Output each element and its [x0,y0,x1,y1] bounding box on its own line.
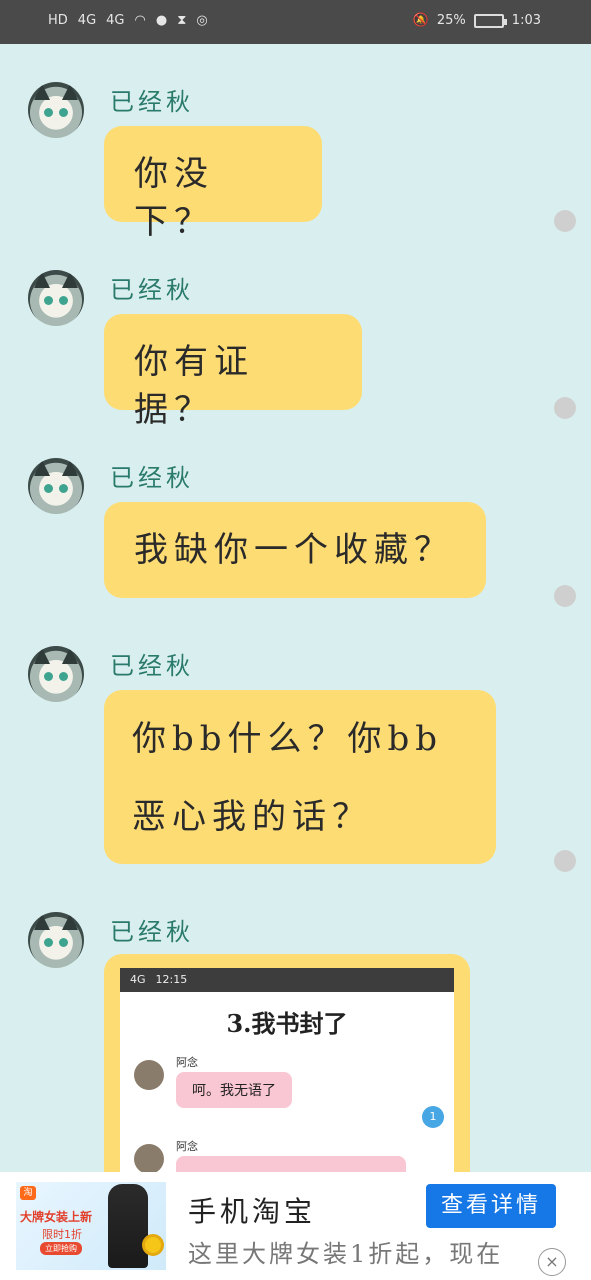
read-status-dot [554,397,576,419]
avatar[interactable] [28,270,84,326]
embedded-screenshot[interactable]: 4G 12:15 3.我书封了 阿念 呵。我无语了 阿念 1 [120,968,454,1172]
embedded-avatar [134,1144,164,1172]
sender-name: 已经秋 [110,464,194,492]
embedded-status-bar: 4G 12:15 [120,968,454,992]
message-bubble[interactable]: 你bb什么？你bb恶心我的话？ [104,690,496,864]
hd-indicator: HD [48,13,68,28]
avatar[interactable] [28,458,84,514]
network-signal-2: 4G [106,13,125,28]
mute-bell-icon: 🔕 [412,13,429,28]
embedded-sender-name: 阿念 [176,1140,198,1153]
wifi-icon: ◠ [134,13,146,28]
ad-image-subtitle: 限时1折 [42,1228,82,1241]
embedded-network: 4G [130,973,146,986]
avatar[interactable] [28,912,84,968]
sunflower-icon [142,1234,164,1256]
network-signal-1: 4G [77,13,97,28]
avatar[interactable] [28,82,84,138]
read-status-dot [554,850,576,872]
close-ad-icon[interactable]: × [538,1248,566,1276]
sender-name: 已经秋 [110,652,194,680]
model-figure [108,1184,148,1268]
battery-percent: 25% [436,13,466,28]
sender-name: 已经秋 [110,276,194,304]
taobao-logo-icon: 淘 [20,1186,36,1200]
message-bubble[interactable]: 你有证据？ [104,314,362,430]
read-status-dot [554,585,576,607]
battery-icon [473,14,507,28]
status-bar: HD 4G 4G ◠ ● ⧗ ◎ 🔕 25% 1:03 [0,0,591,44]
image-message-bubble[interactable]: 4G 12:15 3.我书封了 阿念 呵。我无语了 阿念 1 [104,954,470,1172]
clock: 1:03 [511,13,541,28]
embedded-message-bubble: 呵。我无语了 [176,1072,292,1108]
ad-banner[interactable]: 淘 大牌女装上新 限时1折 立即抢购 手机淘宝 这里大牌女装1折起，现在 查看详… [0,1172,591,1280]
embedded-avatar [134,1060,164,1090]
ad-image-headline: 大牌女装上新 [20,1210,93,1224]
avatar[interactable] [28,646,84,702]
embedded-sender-name: 阿念 [176,1056,198,1069]
sender-name: 已经秋 [110,88,194,116]
read-status-dot [554,210,576,232]
message-bubble[interactable]: 你没下？ [104,126,322,242]
ad-description: 这里大牌女装1折起，现在 [188,1240,504,1268]
embedded-time: 12:15 [155,973,188,986]
chat-area[interactable]: 已经秋 你没下？ 已经秋 你有证据？ 已经秋 我缺你一个收藏？ 已经秋 你bb什… [0,44,591,1172]
embedded-message-bubble [176,1156,406,1172]
ad-image-cta: 立即抢购 [40,1242,82,1255]
sender-name: 已经秋 [110,918,194,946]
view-details-button[interactable]: 查看详情 [426,1184,556,1228]
embedded-title: 3.我书封了 [226,1009,348,1038]
embedded-unread-badge: 1 [422,1106,444,1128]
ad-image[interactable]: 淘 大牌女装上新 限时1折 立即抢购 [16,1182,166,1270]
globe-icon: ● [155,13,168,28]
sync-icon: ◎ [196,13,208,28]
ad-title: 手机淘宝 [188,1195,317,1228]
hourglass-icon: ⧗ [177,13,187,28]
message-bubble[interactable]: 我缺你一个收藏？ [104,502,486,598]
